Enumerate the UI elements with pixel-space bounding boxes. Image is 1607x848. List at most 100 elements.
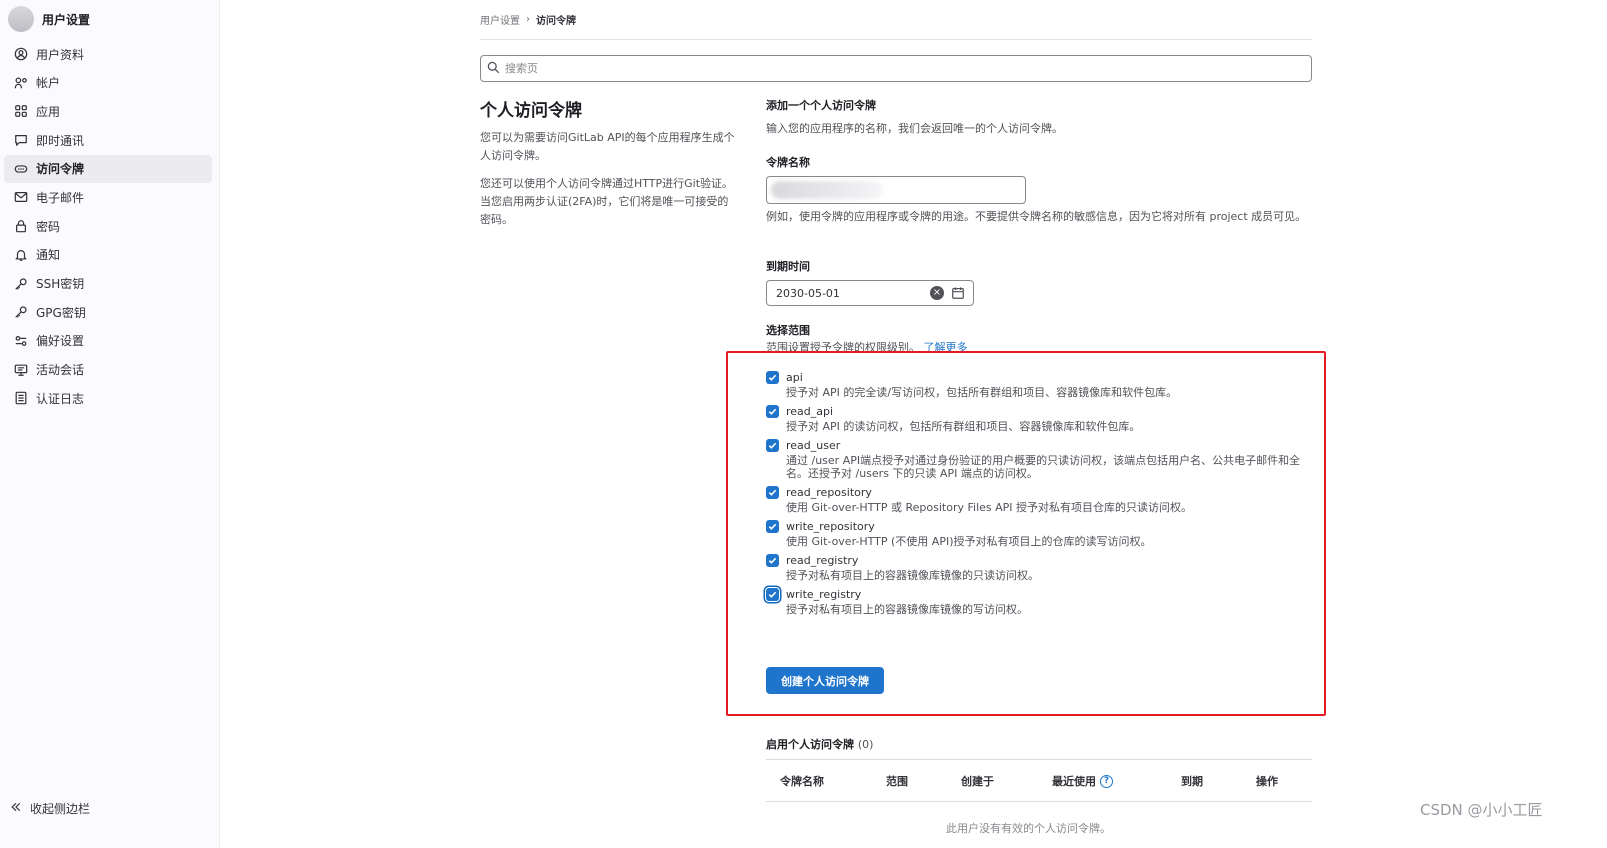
- check-icon: [768, 489, 777, 496]
- scope-description: 授予对 API 的完全读/写访问权，包括所有群组和项目、容器镜像库和软件包库。: [786, 386, 1178, 399]
- scope-checkbox-write-registry[interactable]: [766, 588, 779, 601]
- sidebar-item-label: SSH密钥: [36, 277, 85, 291]
- divider: [480, 39, 1312, 40]
- scope-help: 范围设置授予令牌的权限级别。 了解更多: [766, 340, 968, 356]
- column-header-token-name[interactable]: 令牌名称: [780, 773, 824, 789]
- sidebar-item-label: 帐户: [36, 76, 61, 91]
- account-icon: [14, 76, 28, 90]
- sidebar-item-ssh-keys[interactable]: SSH密钥: [4, 270, 212, 298]
- sidebar-item-label: 应用: [36, 104, 61, 119]
- sidebar-item-label: 通知: [36, 248, 61, 263]
- scope-name[interactable]: read_api: [786, 404, 1311, 419]
- token-form: 添加一个个人访问令牌 输入您的应用程序的名称，我们会返回唯一的个人访问令牌。 令…: [766, 96, 1314, 170]
- scope-name[interactable]: api: [786, 370, 1311, 385]
- sidebar-item-password[interactable]: 密码: [4, 212, 212, 240]
- watermark: CSDN @小小工匠: [1420, 801, 1543, 819]
- collapse-sidebar-label: 收起侧边栏: [30, 802, 91, 816]
- scope-name[interactable]: read_repository: [786, 485, 1311, 500]
- table-divider: [766, 759, 1312, 760]
- sidebar-item-gpg-keys[interactable]: GPG密钥: [4, 298, 212, 326]
- sidebar-header: 用户设置: [8, 5, 90, 33]
- sidebar-nav: 用户资料 帐户 应用 即时通讯 访问令牌 电子邮件 密码 通知 SSH密钥 GP…: [4, 40, 212, 413]
- collapse-sidebar-button[interactable]: 收起侧边栏: [10, 800, 90, 817]
- help-icon[interactable]: ?: [1100, 774, 1113, 788]
- sidebar-item-auth-log[interactable]: 认证日志: [4, 384, 212, 412]
- sidebar-item-label: 认证日志: [36, 391, 85, 406]
- key-icon: [14, 305, 28, 319]
- check-icon: [768, 442, 777, 449]
- sidebar-item-chat[interactable]: 即时通讯: [4, 126, 212, 154]
- check-icon: [768, 374, 777, 381]
- scope-name[interactable]: read_user: [786, 438, 1311, 453]
- mail-icon: [14, 190, 28, 204]
- scope-checkbox-write-repository[interactable]: [766, 520, 779, 533]
- calendar-icon[interactable]: [951, 286, 965, 300]
- log-icon: [14, 391, 28, 405]
- column-header-scopes[interactable]: 范围: [886, 773, 908, 789]
- avatar[interactable]: [8, 6, 34, 32]
- sidebar-item-applications[interactable]: 应用: [4, 97, 212, 125]
- intro-section: 个人访问令牌 您可以为需要访问GitLab API的每个应用程序生成个人访问令牌…: [480, 96, 736, 229]
- sidebar-item-account[interactable]: 帐户: [4, 69, 212, 97]
- token-name-help: 例如，使用令牌的应用程序或令牌的用途。不要提供令牌名称的敏感信息，因为它将对所有…: [766, 210, 1307, 223]
- sidebar-item-label: 访问令牌: [36, 162, 85, 177]
- column-header-created[interactable]: 创建于: [961, 773, 994, 789]
- column-header-last-used[interactable]: 最近使用 ?: [1052, 773, 1113, 789]
- sidebar-item-label: 偏好设置: [36, 334, 85, 349]
- empty-state-text: 此用户没有有效的个人访问令牌。: [946, 822, 1111, 835]
- breadcrumb: 用户设置 › 访问令牌: [480, 12, 576, 27]
- column-header-last-used-label: 最近使用: [1052, 775, 1096, 788]
- scope-item: write_registry 授予对私有项目上的容器镜像库镜像的写访问权。: [766, 587, 1311, 616]
- check-icon: [768, 557, 777, 564]
- scope-checkbox-read-api[interactable]: [766, 405, 779, 418]
- search-box[interactable]: [480, 55, 1312, 82]
- sidebar-item-emails[interactable]: 电子邮件: [4, 183, 212, 211]
- sidebar-item-profile[interactable]: 用户资料: [4, 40, 212, 68]
- column-header-actions[interactable]: 操作: [1256, 773, 1278, 789]
- redacted-value: [771, 181, 883, 199]
- token-name-input[interactable]: [766, 176, 1026, 204]
- column-header-expires[interactable]: 到期: [1181, 773, 1203, 789]
- sidebar-item-notifications[interactable]: 通知: [4, 241, 212, 269]
- sidebar-item-access-tokens[interactable]: 访问令牌: [4, 154, 212, 183]
- bell-icon: [14, 248, 28, 262]
- scope-checkbox-api[interactable]: [766, 371, 779, 384]
- create-token-button[interactable]: 创建个人访问令牌: [766, 667, 884, 694]
- sidebar-item-label: GPG密钥: [36, 305, 86, 320]
- scope-checkbox-read-repository[interactable]: [766, 486, 779, 499]
- sidebar-item-active-sessions[interactable]: 活动会话: [4, 356, 212, 384]
- learn-more-link[interactable]: 了解更多: [924, 341, 968, 354]
- scope-name[interactable]: read_registry: [786, 553, 1311, 568]
- sidebar-item-label: 用户资料: [36, 47, 85, 62]
- key-icon: [14, 277, 28, 291]
- sidebar-item-label: 即时通讯: [36, 133, 85, 148]
- scope-description: 使用 Git-over-HTTP (不使用 API)授予对私有项目上的仓库的读写…: [786, 535, 1152, 548]
- monitor-icon: [14, 363, 28, 377]
- search-icon: [487, 61, 500, 77]
- double-chevron-left-icon: [10, 801, 22, 816]
- scope-name[interactable]: write_registry: [786, 587, 1311, 602]
- scope-item: read_repository 使用 Git-over-HTTP 或 Repos…: [766, 485, 1311, 514]
- scope-checkbox-read-registry[interactable]: [766, 554, 779, 567]
- sidebar-item-preferences[interactable]: 偏好设置: [4, 327, 212, 355]
- sidebar-item-label: 密码: [36, 219, 61, 234]
- token-icon: [14, 162, 28, 176]
- check-icon: [768, 408, 777, 415]
- search-input[interactable]: [505, 62, 1285, 75]
- scope-checkbox-read-user[interactable]: [766, 439, 779, 452]
- breadcrumb-parent[interactable]: 用户设置: [480, 12, 520, 27]
- expiry-date-input[interactable]: 2030-05-01 ×: [766, 280, 974, 306]
- form-heading: 添加一个个人访问令牌: [766, 99, 876, 112]
- breadcrumb-current[interactable]: 访问令牌: [536, 12, 576, 27]
- chat-icon: [14, 133, 28, 147]
- scope-item: write_repository 使用 Git-over-HTTP (不使用 A…: [766, 519, 1311, 548]
- active-tokens-label: 启用个人访问令牌: [766, 738, 854, 751]
- check-icon: [768, 523, 777, 530]
- applications-icon: [14, 104, 28, 118]
- clear-icon[interactable]: ×: [930, 286, 944, 300]
- scope-description: 授予对 API 的读访问权，包括所有群组和项目、容器镜像库和软件包库。: [786, 420, 1141, 433]
- sidebar: 用户设置 用户资料 帐户 应用 即时通讯 访问令牌 电子邮件 密码 通知 SSH…: [0, 0, 220, 848]
- table-divider: [766, 801, 1312, 802]
- expiry-label: 到期时间: [766, 260, 810, 273]
- scope-name[interactable]: write_repository: [786, 519, 1311, 534]
